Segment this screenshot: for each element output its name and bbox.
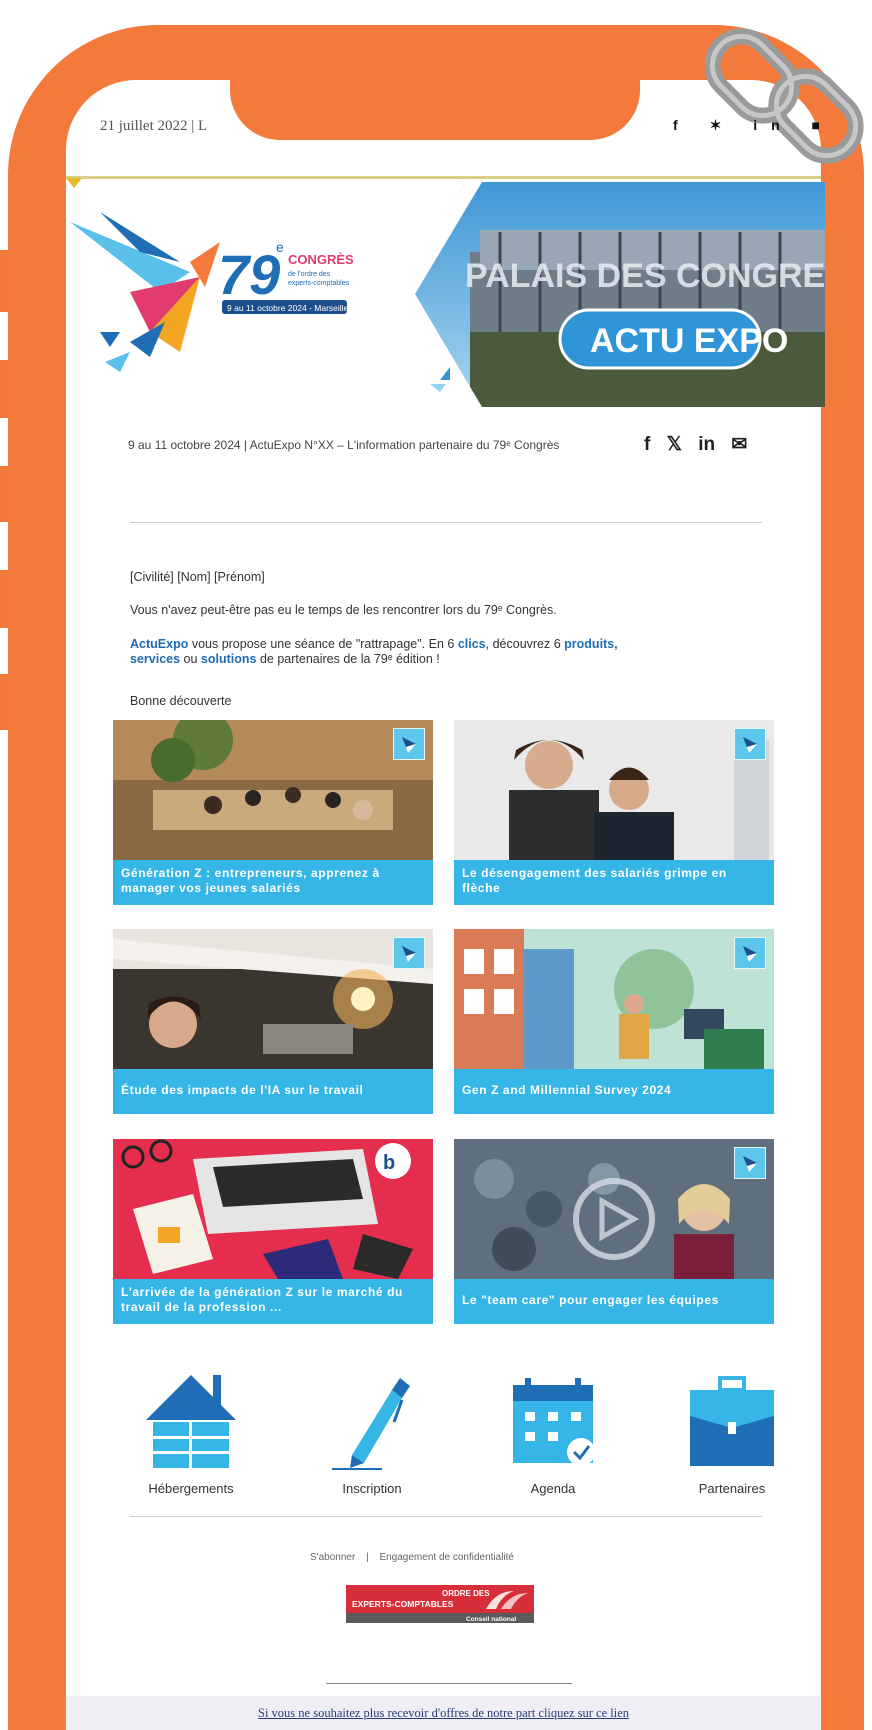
footer-links: S'abonner | Engagement de confidentialit… — [310, 1552, 514, 1563]
quicklink-label: Inscription — [342, 1481, 402, 1496]
article-caption: Le désengagement des salariés grimpe en … — [454, 860, 774, 905]
article-caption: Étude des impacts de l'IA sur le travail — [113, 1069, 433, 1114]
article-image: b — [113, 1139, 433, 1279]
header-divider — [66, 176, 821, 179]
email-icon[interactable]: ■ — [812, 117, 834, 133]
article-caption: Génération Z : entrepreneurs, apprenez à… — [113, 860, 433, 905]
footer-divider — [326, 1683, 572, 1684]
article-caption: Le "team care" pour engager les équipes — [454, 1279, 774, 1324]
quicklink-agenda[interactable]: Agenda — [478, 1370, 628, 1496]
subscribe-link[interactable]: S'abonner — [310, 1552, 355, 1563]
greeting: [Civilité] [Nom] [Prénom] — [130, 570, 265, 584]
calendar-icon — [513, 1378, 595, 1466]
house-icon — [146, 1375, 236, 1468]
bird-tag-icon — [734, 937, 766, 969]
congress-number-suffix: e — [276, 239, 284, 255]
phone-notch — [230, 80, 640, 140]
article-caption: Gen Z and Millennial Survey 2024 — [454, 1069, 774, 1114]
congress-bird-logo — [70, 212, 220, 372]
quicklink-label: Hébergements — [148, 1481, 234, 1496]
article-image — [454, 720, 774, 860]
article-card[interactable]: Étude des impacts de l'IA sur le travail — [113, 929, 433, 1114]
svg-text:b: b — [383, 1152, 395, 1174]
article-image — [113, 720, 433, 860]
article-caption: L'arrivée de la génération Z sur le marc… — [113, 1279, 433, 1324]
linkedin-icon[interactable]: in — [698, 434, 715, 455]
bird-tag-icon — [393, 937, 425, 969]
article-card[interactable]: Le "team care" pour engager les équipes — [454, 1139, 774, 1324]
message-line-2: ActuExpo vous propose une séance de "rat… — [130, 637, 618, 666]
pen-icon — [332, 1378, 410, 1470]
divider — [130, 522, 762, 523]
congress-title: CONGRÈS — [288, 252, 354, 267]
ordre-experts-comptables-logo[interactable]: ORDRE DES EXPERTS-COMPTABLES Conseil nat… — [346, 1585, 534, 1623]
quicklink-partenaires[interactable]: Partenaires — [657, 1370, 807, 1496]
twitter-icon[interactable]: ✶ — [710, 117, 736, 133]
facebook-icon[interactable]: f — [673, 117, 692, 133]
briefcase-icon — [690, 1376, 774, 1466]
svg-text:Conseil national: Conseil national — [466, 1616, 516, 1623]
quicklink-label: Agenda — [530, 1481, 576, 1496]
social-share-icons: f 𝕏 in ✉ — [644, 433, 758, 456]
divider — [130, 1516, 762, 1517]
header-date-line: 21 juillet 2022 | L — [100, 118, 208, 134]
congress-banner[interactable]: PALAIS DES CONGRES 79 CONGRÈS de l'ordre… — [70, 182, 825, 412]
closing-line: Bonne découverte — [130, 694, 232, 708]
privacy-link[interactable]: Engagement de confidentialité — [379, 1552, 514, 1563]
venue-sign: PALAIS DES CONGRES — [465, 257, 825, 295]
actu-expo-label: ACTU EXPO — [590, 322, 788, 360]
article-image — [454, 1139, 774, 1279]
congress-number: 79 — [218, 243, 280, 306]
linkedin-icon[interactable]: in — [753, 117, 793, 133]
quicklink-label: Partenaires — [698, 1481, 766, 1496]
actuexpo-link[interactable]: ActuExpo — [130, 637, 188, 651]
message-line-1: Vous n'avez peut-être pas eu le temps de… — [130, 603, 557, 617]
quicklink-inscription[interactable]: Inscription — [297, 1370, 447, 1496]
link-icon — [705, 28, 864, 164]
bird-tag-icon — [393, 728, 425, 760]
congress-dates: 9 au 11 octobre 2024 - Marseille — [227, 303, 349, 313]
email-icon[interactable]: ✉ — [731, 434, 747, 455]
article-image — [454, 929, 774, 1069]
svg-text:EXPERTS-COMPTABLES: EXPERTS-COMPTABLES — [352, 1599, 454, 1609]
article-card[interactable]: Gen Z and Millennial Survey 2024 — [454, 929, 774, 1114]
bird-tag-icon — [734, 728, 766, 760]
header-social-icons: f ✶ in ■ — [673, 117, 834, 134]
svg-text:ORDRE DES: ORDRE DES — [442, 1589, 490, 1598]
article-card[interactable]: b L'arrivée de la génération Z sur le ma… — [113, 1139, 433, 1324]
article-image — [113, 929, 433, 1069]
x-icon[interactable]: 𝕏 — [667, 434, 682, 455]
facebook-icon[interactable]: f — [644, 434, 650, 455]
article-card[interactable]: Génération Z : entrepreneurs, apprenez à… — [113, 720, 433, 905]
bird-tag-icon — [734, 1147, 766, 1179]
issue-info-line: 9 au 11 octobre 2024 | ActuExpo N°XX – L… — [128, 438, 560, 452]
article-card[interactable]: Le désengagement des salariés grimpe en … — [454, 720, 774, 905]
svg-text:experts-comptables: experts-comptables — [288, 280, 350, 287]
svg-text:de l'ordre des: de l'ordre des — [288, 271, 331, 278]
quicklink-hebergements[interactable]: Hébergements — [116, 1370, 266, 1496]
unsubscribe-link[interactable]: Si vous ne souhaitez plus recevoir d'off… — [66, 1696, 821, 1730]
